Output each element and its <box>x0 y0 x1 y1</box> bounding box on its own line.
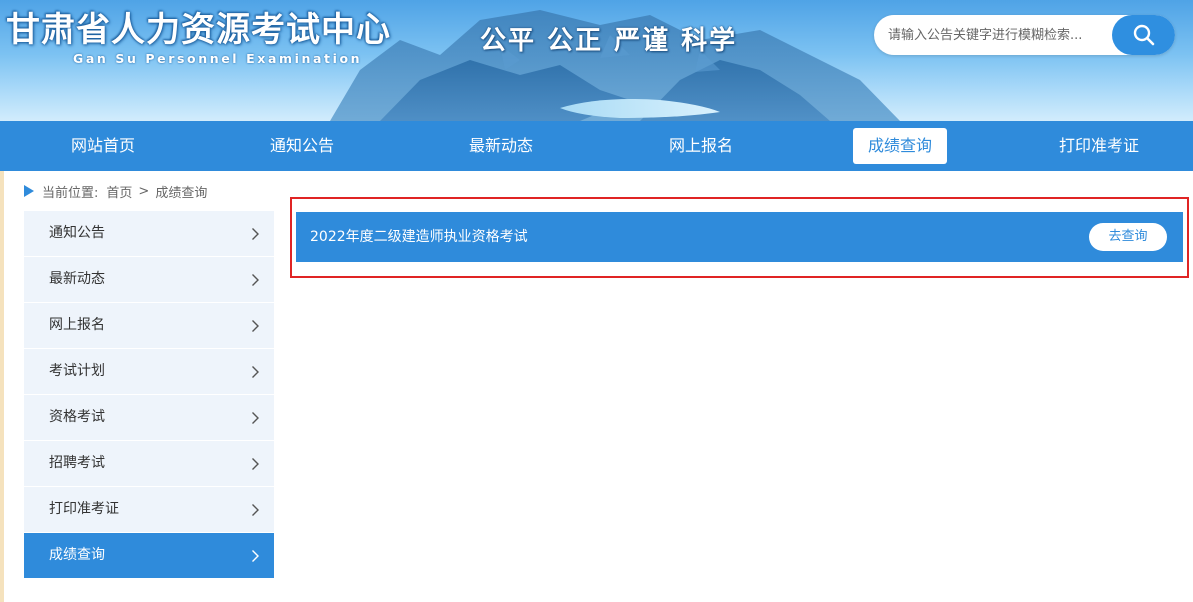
sidebar-item-registration[interactable]: 网上报名 <box>24 303 274 348</box>
chevron-right-icon <box>252 228 259 240</box>
search-icon <box>1133 24 1154 46</box>
breadcrumb-current: 成绩查询 <box>155 185 208 201</box>
nav-item-label: 最新动态 <box>468 136 533 155</box>
nav-item-home[interactable]: 网站首页 <box>3 121 203 171</box>
nav-item-score-query[interactable]: 成绩查询 <box>800 121 1000 171</box>
search-box <box>874 15 1175 55</box>
sidebar-item-score-query[interactable]: 成绩查询 <box>24 533 274 578</box>
chevron-right-icon <box>252 458 259 470</box>
chevron-right-icon <box>252 504 259 516</box>
breadcrumb-home-link[interactable]: 首页 <box>106 182 132 201</box>
sidebar: 通知公告 最新动态 网上报名 考试计划 资格考试 招聘考试 打印准考证 成绩查询 <box>24 211 274 579</box>
sidebar-item-label: 网上报名 <box>49 317 105 333</box>
nav-item-news[interactable]: 最新动态 <box>401 121 601 171</box>
breadcrumb: 当前位置: 首页 > 成绩查询 <box>24 181 207 201</box>
triangle-right-icon <box>24 185 34 197</box>
chevron-right-icon <box>252 550 259 562</box>
site-subtitle: Gan Su Personnel Examination <box>73 51 363 66</box>
left-accent-bar <box>0 171 4 602</box>
nav-item-admission-ticket[interactable]: 打印准考证 <box>999 121 1193 171</box>
sidebar-item-notices[interactable]: 通知公告 <box>24 211 274 256</box>
exam-title: 2022年度二级建造师执业资格考试 <box>310 229 528 245</box>
site-title: 甘肃省人力资源考试中心 <box>6 10 391 50</box>
chevron-right-icon <box>252 412 259 424</box>
sidebar-item-label: 资格考试 <box>49 409 105 425</box>
header-banner: 甘肃省人力资源考试中心 Gan Su Personnel Examination… <box>0 0 1193 121</box>
sidebar-item-label: 成绩查询 <box>49 547 105 563</box>
nav-item-notices[interactable]: 通知公告 <box>202 121 402 171</box>
sidebar-item-label: 最新动态 <box>49 271 105 287</box>
sidebar-item-label: 招聘考试 <box>49 455 105 471</box>
breadcrumb-separator: > <box>138 183 150 199</box>
sidebar-item-exam-plan[interactable]: 考试计划 <box>24 349 274 394</box>
chevron-right-icon <box>252 366 259 378</box>
search-button[interactable] <box>1112 15 1175 55</box>
sidebar-item-label: 打印准考证 <box>49 501 119 517</box>
main-nav: 网站首页 通知公告 最新动态 网上报名 成绩查询 打印准考证 <box>0 121 1193 171</box>
sidebar-item-admission-ticket[interactable]: 打印准考证 <box>24 487 274 532</box>
sidebar-item-news[interactable]: 最新动态 <box>24 257 274 302</box>
chevron-right-icon <box>252 274 259 286</box>
nav-item-label: 网上报名 <box>668 136 733 155</box>
slogan: 公平 公正 严谨 科学 <box>480 26 738 56</box>
sidebar-item-label: 考试计划 <box>49 363 105 379</box>
nav-item-label: 通知公告 <box>269 136 334 155</box>
sidebar-item-recruitment-exam[interactable]: 招聘考试 <box>24 441 274 486</box>
breadcrumb-prefix: 当前位置: <box>42 185 99 201</box>
nav-item-label: 成绩查询 <box>852 128 947 164</box>
nav-item-label: 网站首页 <box>70 136 135 155</box>
search-input[interactable] <box>888 15 1108 55</box>
sidebar-item-label: 通知公告 <box>49 225 105 241</box>
nav-item-registration[interactable]: 网上报名 <box>601 121 801 171</box>
query-button[interactable]: 去查询 <box>1089 223 1167 251</box>
chevron-right-icon <box>252 320 259 332</box>
exam-list-item[interactable]: 2022年度二级建造师执业资格考试 去查询 <box>296 212 1183 262</box>
nav-item-label: 打印准考证 <box>1058 136 1139 155</box>
sidebar-item-qualification-exam[interactable]: 资格考试 <box>24 395 274 440</box>
